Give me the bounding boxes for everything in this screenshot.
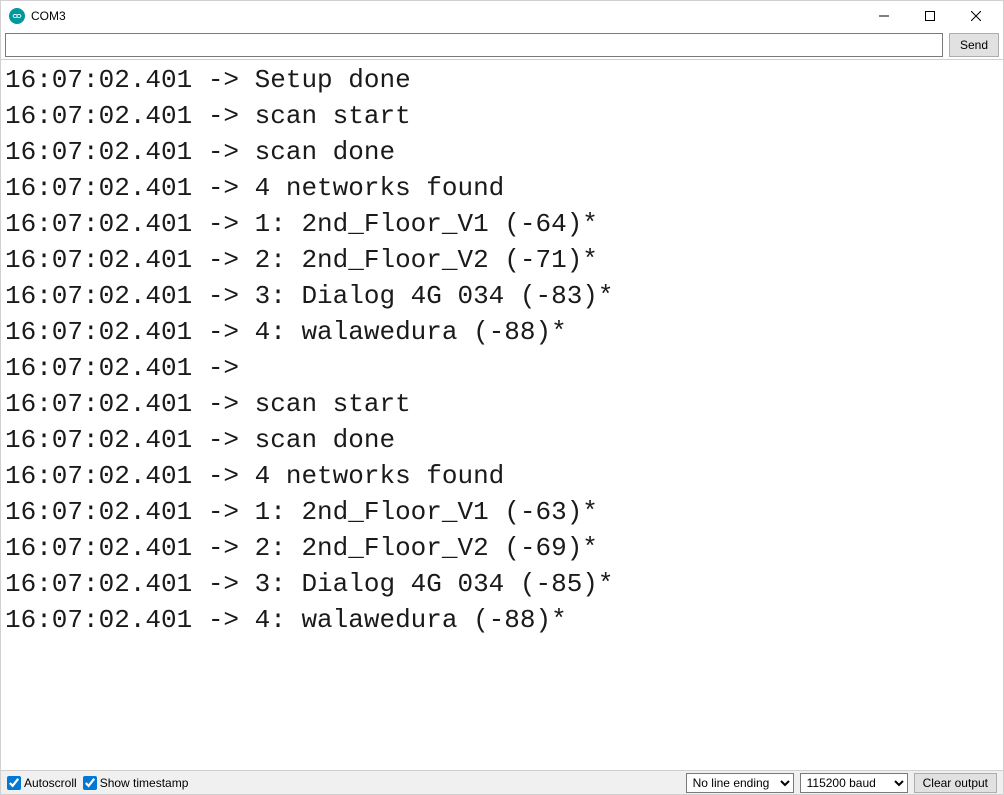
window-title: COM3 — [31, 9, 66, 23]
autoscroll-checkbox-input[interactable] — [7, 776, 21, 790]
serial-console[interactable]: 16:07:02.401 -> Setup done 16:07:02.401 … — [1, 60, 1003, 770]
minimize-button[interactable] — [861, 1, 907, 31]
autoscroll-checkbox[interactable]: Autoscroll — [7, 776, 77, 790]
maximize-button[interactable] — [907, 1, 953, 31]
titlebar: COM3 — [1, 1, 1003, 31]
autoscroll-label: Autoscroll — [24, 776, 77, 790]
console-wrap: 16:07:02.401 -> Setup done 16:07:02.401 … — [1, 59, 1003, 770]
serial-input[interactable] — [5, 33, 943, 57]
timestamp-label: Show timestamp — [100, 776, 189, 790]
line-ending-select[interactable]: No line ending — [686, 773, 794, 793]
window-controls — [861, 1, 999, 31]
timestamp-checkbox[interactable]: Show timestamp — [83, 776, 189, 790]
send-button[interactable]: Send — [949, 33, 999, 57]
arduino-icon — [9, 8, 25, 24]
bottom-bar: Autoscroll Show timestamp No line ending… — [1, 770, 1003, 794]
baud-select[interactable]: 115200 baud — [800, 773, 908, 793]
timestamp-checkbox-input[interactable] — [83, 776, 97, 790]
input-row: Send — [1, 31, 1003, 59]
close-button[interactable] — [953, 1, 999, 31]
clear-output-button[interactable]: Clear output — [914, 773, 997, 793]
